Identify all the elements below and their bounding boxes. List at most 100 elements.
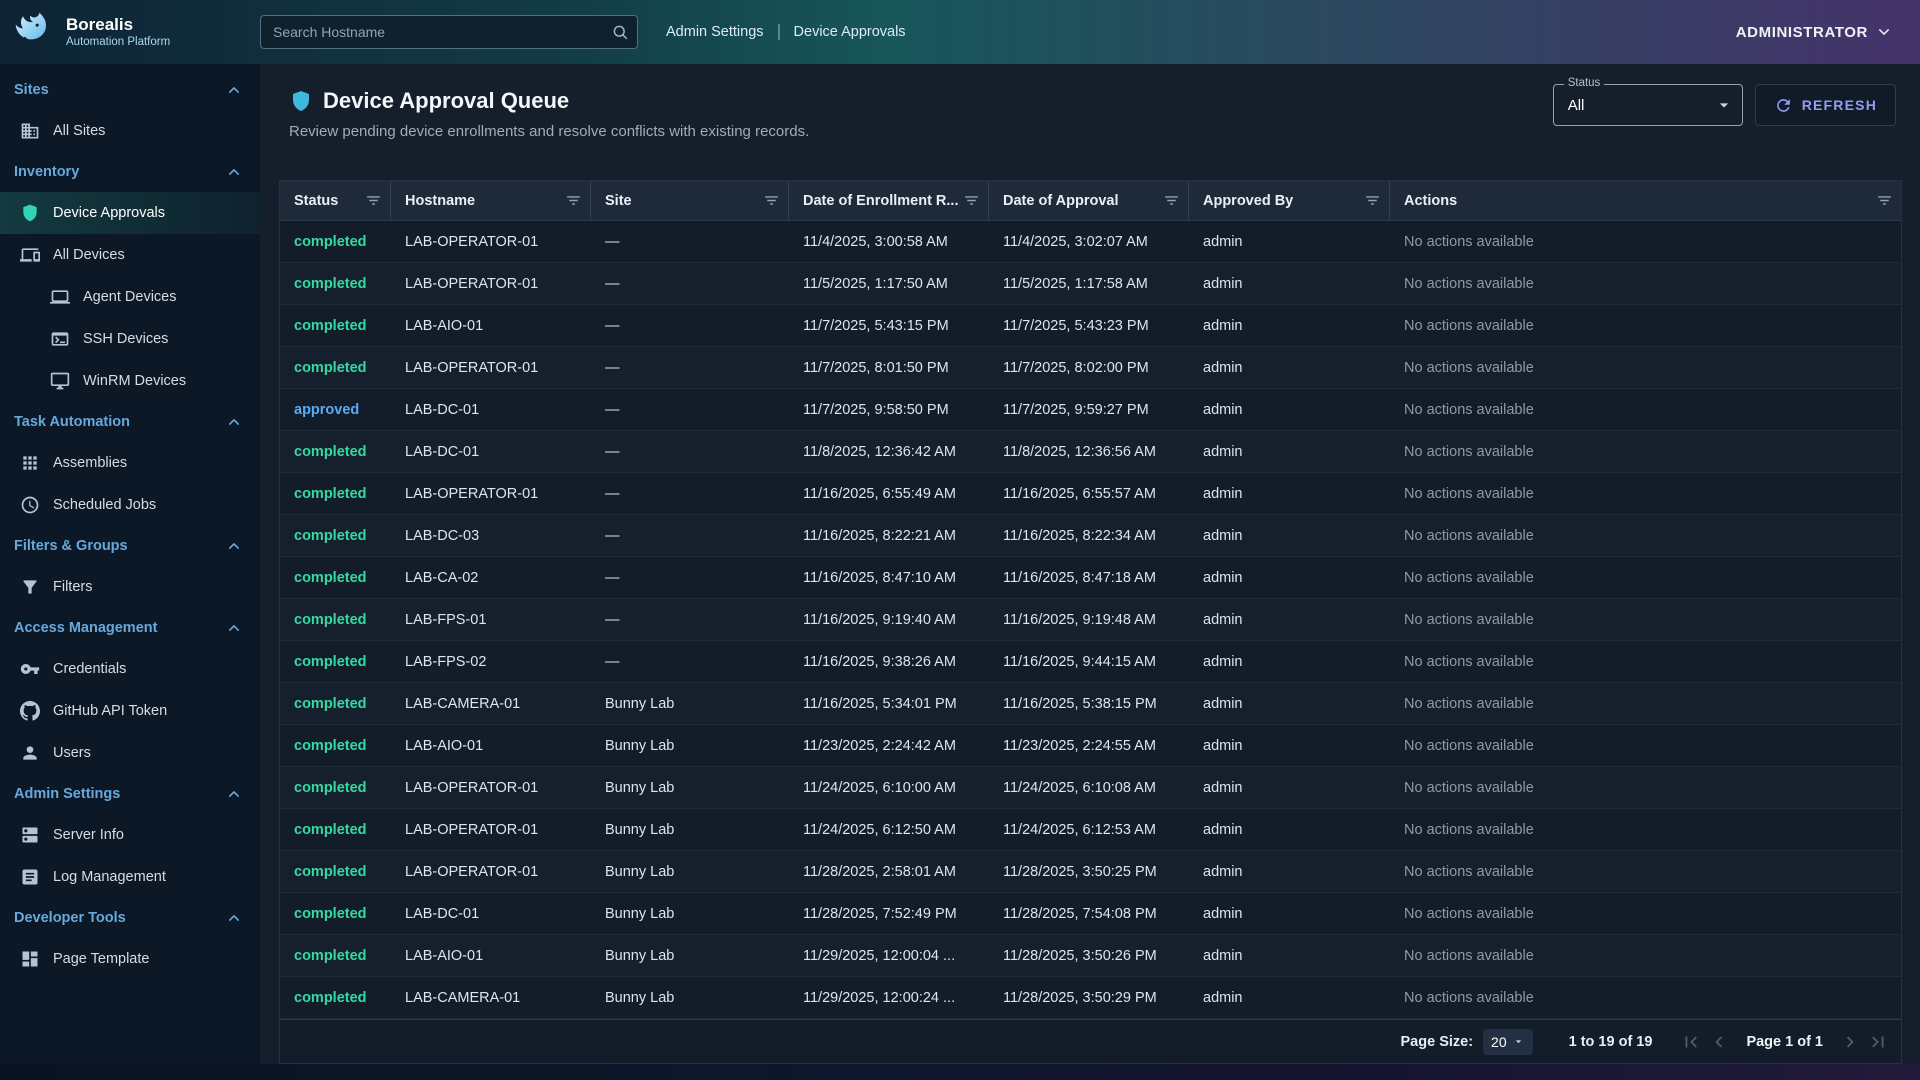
next-page-button[interactable] xyxy=(1839,1031,1861,1053)
cell-actions: No actions available xyxy=(1390,318,1901,334)
sidebar-item-agent-devices[interactable]: Agent Devices xyxy=(0,276,260,318)
sidebar-item-label: Scheduled Jobs xyxy=(53,497,156,513)
column-header-date-of-approval[interactable]: Date of Approval xyxy=(989,181,1189,220)
table-row[interactable]: completedLAB-FPS-02—11/16/2025, 9:38:26 … xyxy=(280,641,1901,683)
table-row[interactable]: approvedLAB-DC-01—11/7/2025, 9:58:50 PM1… xyxy=(280,389,1901,431)
cell-approved-by: admin xyxy=(1189,318,1390,334)
cell-hostname: LAB-DC-01 xyxy=(391,906,591,922)
sidebar-section-filters-groups[interactable]: Filters & Groups xyxy=(0,526,260,566)
cell-approval-date: 11/16/2025, 8:47:18 AM xyxy=(989,570,1189,586)
status-filter-select[interactable]: Status All xyxy=(1553,84,1743,126)
cell-hostname: LAB-CAMERA-01 xyxy=(391,990,591,1006)
top-link-admin-settings[interactable]: Admin Settings xyxy=(666,24,764,40)
sidebar-item-credentials[interactable]: Credentials xyxy=(0,648,260,690)
table-row[interactable]: completedLAB-CAMERA-01Bunny Lab11/16/202… xyxy=(280,683,1901,725)
table-row[interactable]: completedLAB-OPERATOR-01—11/7/2025, 8:01… xyxy=(280,347,1901,389)
table-row[interactable]: completedLAB-AIO-01Bunny Lab11/29/2025, … xyxy=(280,935,1901,977)
cell-actions: No actions available xyxy=(1390,990,1901,1006)
table-row[interactable]: completedLAB-OPERATOR-01Bunny Lab11/24/2… xyxy=(280,767,1901,809)
table-row[interactable]: completedLAB-FPS-01—11/16/2025, 9:19:40 … xyxy=(280,599,1901,641)
sidebar-item-assemblies[interactable]: Assemblies xyxy=(0,442,260,484)
cell-status: completed xyxy=(280,570,391,586)
refresh-button[interactable]: REFRESH xyxy=(1755,84,1896,126)
table-row[interactable]: completedLAB-OPERATOR-01—11/16/2025, 6:5… xyxy=(280,473,1901,515)
column-header-site[interactable]: Site xyxy=(591,181,789,220)
cell-hostname: LAB-AIO-01 xyxy=(391,738,591,754)
cell-approval-date: 11/5/2025, 1:17:58 AM xyxy=(989,276,1189,292)
table-row[interactable]: completedLAB-OPERATOR-01Bunny Lab11/28/2… xyxy=(280,851,1901,893)
user-menu[interactable]: ADMINISTRATOR xyxy=(1736,22,1894,42)
column-header-actions[interactable]: Actions xyxy=(1390,181,1901,220)
column-header-date-of-enrollment-r[interactable]: Date of Enrollment R... xyxy=(789,181,989,220)
last-page-button[interactable] xyxy=(1867,1031,1889,1053)
previous-page-button[interactable] xyxy=(1708,1031,1730,1053)
sidebar-item-filters[interactable]: Filters xyxy=(0,566,260,608)
table-body: completedLAB-OPERATOR-01—11/4/2025, 3:00… xyxy=(280,221,1901,1019)
table-row[interactable]: completedLAB-DC-03—11/16/2025, 8:22:21 A… xyxy=(280,515,1901,557)
sidebar-item-all-sites[interactable]: All Sites xyxy=(0,110,260,152)
cell-enrollment-date: 11/16/2025, 9:38:26 AM xyxy=(789,654,989,670)
sidebar-section-task-automation[interactable]: Task Automation xyxy=(0,402,260,442)
sidebar-item-winrm-devices[interactable]: WinRM Devices xyxy=(0,360,260,402)
sidebar-section-developer-tools[interactable]: Developer Tools xyxy=(0,898,260,938)
cell-approval-date: 11/28/2025, 3:50:25 PM xyxy=(989,864,1189,880)
sidebar-section-admin-settings[interactable]: Admin Settings xyxy=(0,774,260,814)
sidebar-item-users[interactable]: Users xyxy=(0,732,260,774)
sidebar-item-ssh-devices[interactable]: SSH Devices xyxy=(0,318,260,360)
column-filter-icon[interactable] xyxy=(365,192,382,209)
cell-site: Bunny Lab xyxy=(591,696,789,712)
cell-status: completed xyxy=(280,318,391,334)
sidebar-section-access-management[interactable]: Access Management xyxy=(0,608,260,648)
cell-site: Bunny Lab xyxy=(591,948,789,964)
sidebar-section-sites[interactable]: Sites xyxy=(0,70,260,110)
cell-status: completed xyxy=(280,234,391,250)
column-filter-icon[interactable] xyxy=(963,192,980,209)
table-row[interactable]: completedLAB-DC-01Bunny Lab11/28/2025, 7… xyxy=(280,893,1901,935)
cell-status: completed xyxy=(280,990,391,1006)
sidebar-section-inventory[interactable]: Inventory xyxy=(0,152,260,192)
cell-actions: No actions available xyxy=(1390,654,1901,670)
column-filter-icon[interactable] xyxy=(1163,192,1180,209)
cell-status: completed xyxy=(280,948,391,964)
table-row[interactable]: completedLAB-OPERATOR-01—11/4/2025, 3:00… xyxy=(280,221,1901,263)
column-filter-icon[interactable] xyxy=(1364,192,1381,209)
column-header-hostname[interactable]: Hostname xyxy=(391,181,591,220)
table-row[interactable]: completedLAB-CAMERA-01Bunny Lab11/29/202… xyxy=(280,977,1901,1019)
table-row[interactable]: completedLAB-AIO-01Bunny Lab11/23/2025, … xyxy=(280,725,1901,767)
column-header-approved-by[interactable]: Approved By xyxy=(1189,181,1390,220)
cell-enrollment-date: 11/16/2025, 6:55:49 AM xyxy=(789,486,989,502)
sidebar-item-scheduled-jobs[interactable]: Scheduled Jobs xyxy=(0,484,260,526)
sidebar-item-device-approvals[interactable]: Device Approvals xyxy=(0,192,260,234)
cell-hostname: LAB-OPERATOR-01 xyxy=(391,822,591,838)
table-row[interactable]: completedLAB-CA-02—11/16/2025, 8:47:10 A… xyxy=(280,557,1901,599)
brand-title: Borealis xyxy=(66,16,170,35)
table-row[interactable]: completedLAB-DC-01—11/8/2025, 12:36:42 A… xyxy=(280,431,1901,473)
column-header-label: Status xyxy=(294,193,365,209)
sidebar-item-page-template[interactable]: Page Template xyxy=(0,938,260,980)
refresh-icon xyxy=(1774,96,1793,115)
column-filter-icon[interactable] xyxy=(1876,192,1893,209)
cell-enrollment-date: 11/29/2025, 12:00:04 ... xyxy=(789,948,989,964)
body-row: SitesAll SitesInventoryDevice ApprovalsA… xyxy=(0,64,1920,1064)
column-filter-icon[interactable] xyxy=(565,192,582,209)
cell-status: completed xyxy=(280,612,391,628)
column-filter-icon[interactable] xyxy=(763,192,780,209)
sidebar-item-log-management[interactable]: Log Management xyxy=(0,856,260,898)
table-row[interactable]: completedLAB-AIO-01—11/7/2025, 5:43:15 P… xyxy=(280,305,1901,347)
first-page-button[interactable] xyxy=(1680,1031,1702,1053)
sidebar-item-github-api-token[interactable]: GitHub API Token xyxy=(0,690,260,732)
top-link-device-approvals[interactable]: Device Approvals xyxy=(794,24,906,40)
page-size-select[interactable]: 20 xyxy=(1483,1029,1533,1055)
table-row[interactable]: completedLAB-OPERATOR-01Bunny Lab11/24/2… xyxy=(280,809,1901,851)
cell-approval-date: 11/24/2025, 6:10:08 AM xyxy=(989,780,1189,796)
cell-approval-date: 11/16/2025, 6:55:57 AM xyxy=(989,486,1189,502)
sidebar-item-server-info[interactable]: Server Info xyxy=(0,814,260,856)
sidebar-section-label: Developer Tools xyxy=(14,910,126,926)
cell-hostname: LAB-FPS-02 xyxy=(391,654,591,670)
cell-approved-by: admin xyxy=(1189,276,1390,292)
sidebar-item-all-devices[interactable]: All Devices xyxy=(0,234,260,276)
sidebar-section-label: Task Automation xyxy=(14,414,130,430)
search-input[interactable] xyxy=(260,15,638,49)
column-header-status[interactable]: Status xyxy=(280,181,391,220)
table-row[interactable]: completedLAB-OPERATOR-01—11/5/2025, 1:17… xyxy=(280,263,1901,305)
